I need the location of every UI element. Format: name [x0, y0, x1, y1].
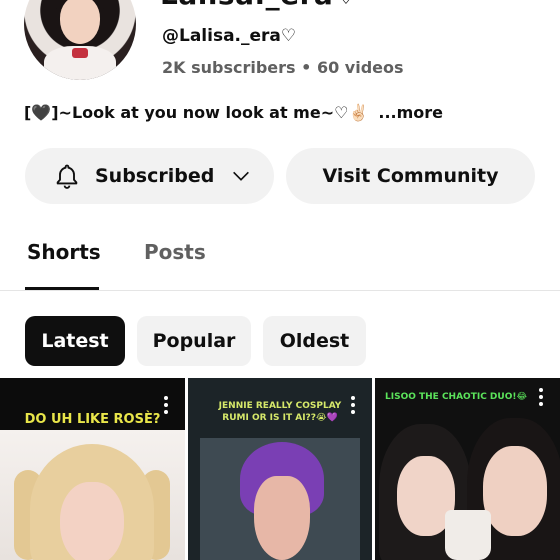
- bio-text: [🖤]~Look at you now look at me~♡✌🏻: [24, 103, 369, 122]
- short-thumbnail[interactable]: LISOO THE CHAOTIC DUO!😂: [375, 378, 560, 560]
- thumbnail-art: [254, 476, 310, 560]
- visit-community-label: Visit Community: [322, 165, 499, 187]
- thumbnail-art: [60, 482, 124, 560]
- channel-handle: @Lalisa._era♡: [162, 26, 297, 46]
- visit-community-button[interactable]: Visit Community: [286, 148, 535, 204]
- channel-stats: 2K subscribers • 60 videos: [162, 58, 404, 77]
- avatar-bow: [72, 48, 88, 58]
- subscribed-button[interactable]: Subscribed: [25, 148, 274, 204]
- tabs-divider: [0, 290, 560, 291]
- subscribed-label: Subscribed: [95, 165, 215, 187]
- avatar-face: [60, 0, 100, 44]
- thumbnail-art: [445, 510, 491, 560]
- channel-avatar[interactable]: [24, 0, 136, 80]
- chip-oldest[interactable]: Oldest: [263, 316, 366, 366]
- chevron-down-icon: [233, 171, 250, 181]
- more-vert-icon[interactable]: [350, 394, 356, 416]
- tab-posts[interactable]: Posts: [144, 240, 206, 264]
- short-caption: JENNIE REALLY COSPLAY RUMI OR IS IT AI??…: [218, 401, 342, 423]
- short-thumbnail[interactable]: DO UH LIKE ROSÈ?: [0, 378, 185, 560]
- chip-latest[interactable]: Latest: [25, 316, 125, 366]
- more-vert-icon[interactable]: [538, 386, 544, 408]
- thumbnail-art: [483, 446, 547, 536]
- short-caption: LISOO THE CHAOTIC DUO!😂: [385, 392, 527, 402]
- chip-popular[interactable]: Popular: [137, 316, 251, 366]
- tab-shorts[interactable]: Shorts: [27, 240, 101, 264]
- channel-bio[interactable]: [🖤]~Look at you now look at me~♡✌🏻 ...mor…: [24, 103, 443, 122]
- channel-name: Lalisa._era♡: [160, 0, 359, 11]
- more-vert-icon[interactable]: [163, 394, 169, 416]
- short-caption: DO UH LIKE ROSÈ?: [24, 412, 161, 427]
- bell-icon: [56, 164, 78, 189]
- bio-more-link[interactable]: ...more: [378, 103, 443, 122]
- short-thumbnail[interactable]: JENNIE REALLY COSPLAY RUMI OR IS IT AI??…: [188, 378, 372, 560]
